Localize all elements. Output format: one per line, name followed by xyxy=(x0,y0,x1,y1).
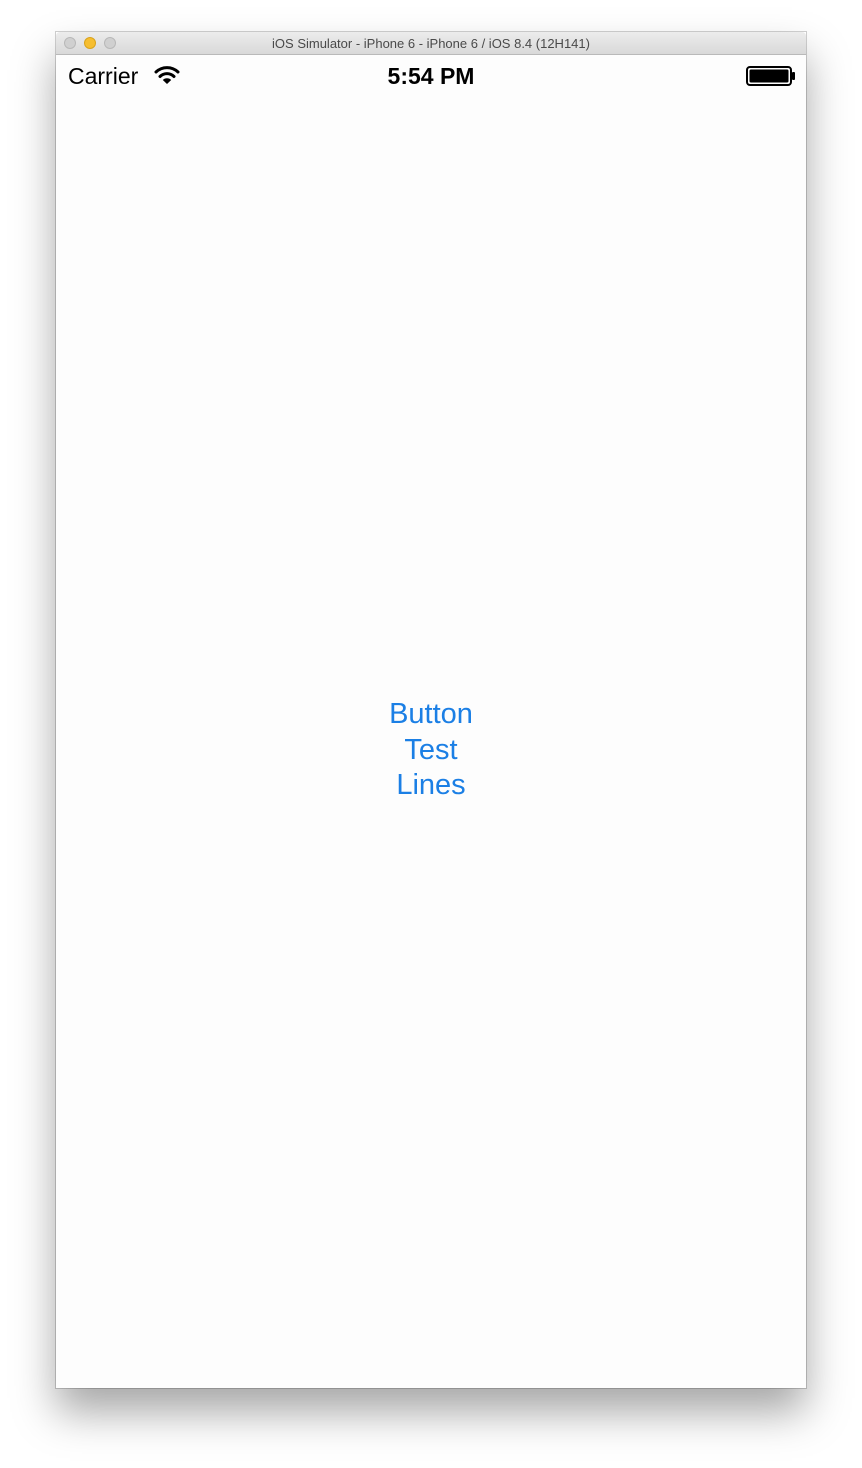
button-line-3: Lines xyxy=(396,769,466,801)
button-line-1: Button xyxy=(389,698,473,730)
window-title: iOS Simulator - iPhone 6 - iPhone 6 / iO… xyxy=(272,36,590,51)
multiline-button[interactable]: Button Test Lines xyxy=(356,697,506,804)
status-bar: Carrier 5:54 PM xyxy=(56,55,806,95)
battery-icon xyxy=(746,66,795,86)
status-time: 5:54 PM xyxy=(387,63,475,89)
device-screen: Carrier 5:54 PM Button Test Lines xyxy=(56,55,806,1388)
simulator-window: iOS Simulator - iPhone 6 - iPhone 6 / iO… xyxy=(56,32,806,1388)
window-titlebar[interactable]: iOS Simulator - iPhone 6 - iPhone 6 / iO… xyxy=(56,32,806,55)
button-line-2: Test xyxy=(404,733,458,766)
